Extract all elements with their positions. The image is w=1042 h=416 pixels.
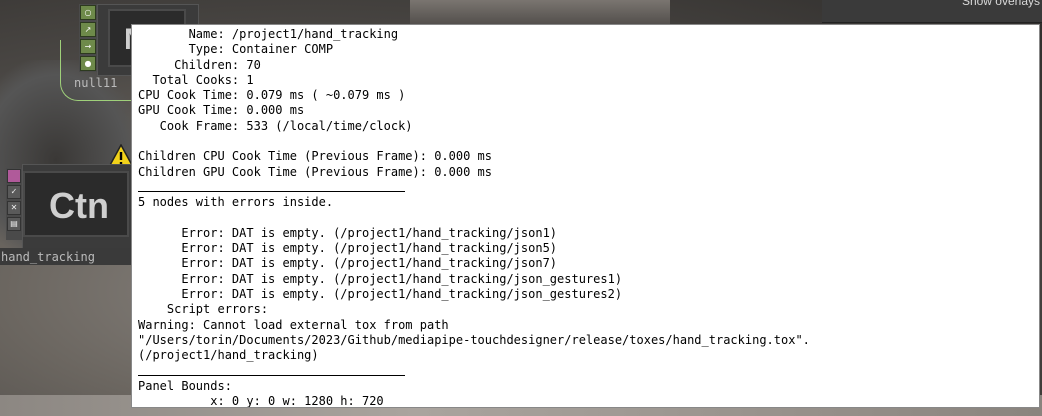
node-label-null11[interactable]: null11 bbox=[74, 76, 117, 90]
info-line: Warning: Cannot load external tox from p… bbox=[138, 317, 449, 332]
info-line: Cook Frame: 533 (/local/time/clock) bbox=[138, 118, 413, 133]
info-line: Error: DAT is empty. (/project1/hand_tra… bbox=[138, 287, 623, 302]
viewer-icon[interactable]: ● bbox=[80, 56, 96, 71]
info-line: x: 0 y: 0 w: 1280 h: 720 bbox=[138, 394, 384, 408]
info-line: 5 nodes with errors inside. bbox=[138, 195, 334, 210]
separator-line bbox=[138, 364, 1039, 379]
clone-icon[interactable]: ▤ bbox=[7, 217, 21, 231]
overlay-toolbar: Show overlays bbox=[822, 0, 1042, 23]
lock-icon[interactable]: ↗ bbox=[80, 22, 96, 37]
check-icon[interactable]: ✓ bbox=[7, 185, 21, 199]
close-icon[interactable]: ✕ bbox=[7, 201, 21, 215]
info-line bbox=[138, 134, 1039, 149]
info-line: "/Users/torin/Documents/2023/Github/medi… bbox=[138, 332, 810, 347]
info-line: Children: 70 bbox=[138, 57, 261, 72]
info-line: Error: DAT is empty. (/project1/hand_tra… bbox=[138, 271, 623, 286]
info-line: Script errors: bbox=[138, 302, 269, 317]
node-info-popup: Name: /project1/hand_tracking Type: Cont… bbox=[131, 24, 1040, 408]
info-line: GPU Cook Time: 0.000 ms bbox=[138, 103, 305, 118]
info-line bbox=[138, 211, 1039, 226]
node-toolbar-hand-tracking: ✓ ✕ ▤ bbox=[6, 168, 22, 240]
info-line: (/project1/hand_tracking) bbox=[138, 348, 319, 363]
node-toolbar-null11: ○ ↗ → ● bbox=[79, 4, 97, 72]
info-text: Name: /project1/hand_tracking Type: Cont… bbox=[132, 25, 1039, 408]
info-line: Type: Container COMP bbox=[138, 42, 334, 57]
bypass-icon[interactable]: ○ bbox=[80, 5, 96, 20]
info-line: Name: /project1/hand_tracking bbox=[138, 27, 399, 41]
separator-line bbox=[138, 180, 1039, 195]
info-line: Children CPU Cook Time (Previous Frame):… bbox=[138, 149, 493, 164]
info-line: Children GPU Cook Time (Previous Frame):… bbox=[138, 164, 493, 179]
node-icon-hand-tracking: Ctn bbox=[23, 171, 129, 237]
info-line: Panel Bounds: bbox=[138, 378, 232, 393]
info-line: Error: DAT is empty. (/project1/hand_tra… bbox=[138, 256, 558, 271]
node-hand-tracking[interactable]: Ctn bbox=[22, 164, 132, 250]
node-label-hand-tracking[interactable]: hand_tracking bbox=[1, 250, 95, 264]
show-overlays-toggle[interactable]: Show overlays bbox=[962, 0, 1040, 8]
info-line: CPU Cook Time: 0.079 ms ( ~0.079 ms ) bbox=[138, 88, 406, 103]
info-line: Error: DAT is empty. (/project1/hand_tra… bbox=[138, 225, 558, 240]
color-icon[interactable] bbox=[7, 169, 21, 183]
info-line: Error: DAT is empty. (/project1/hand_tra… bbox=[138, 241, 558, 256]
arrow-icon[interactable]: → bbox=[80, 39, 96, 54]
info-line: Total Cooks: 1 bbox=[138, 72, 254, 87]
